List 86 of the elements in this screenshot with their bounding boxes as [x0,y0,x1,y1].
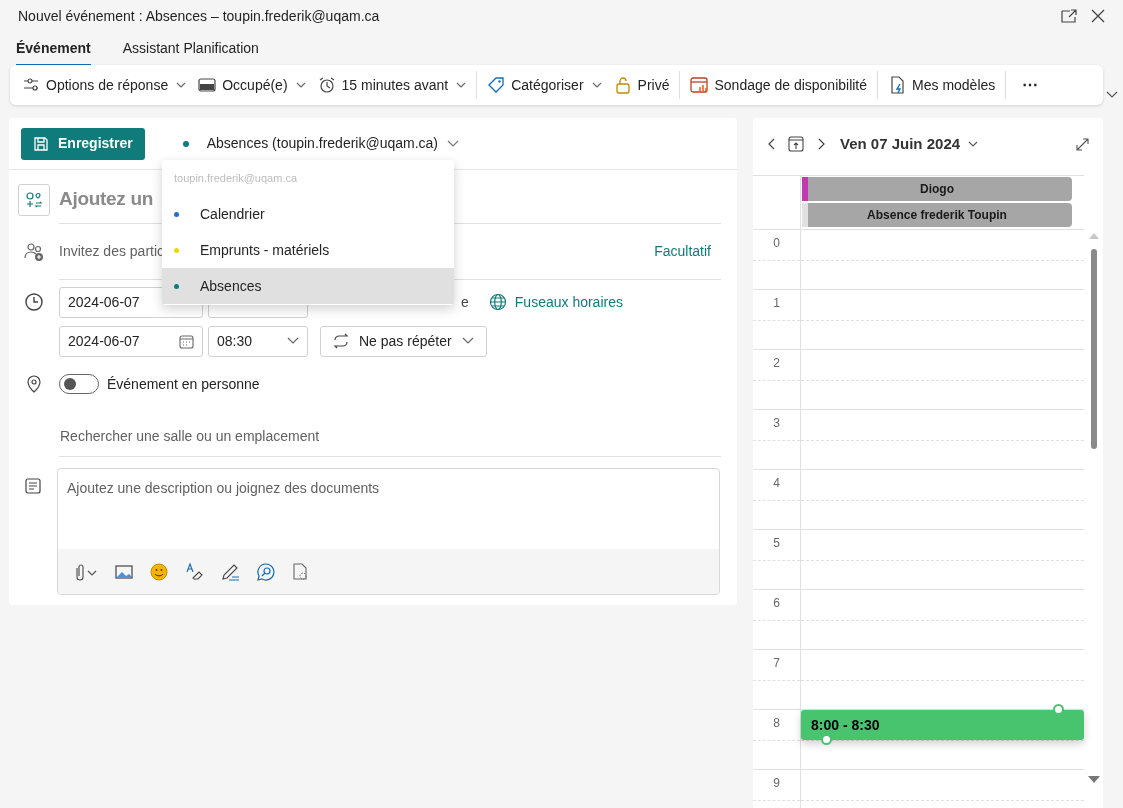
repeat-dropdown[interactable]: Ne pas répéter [320,325,487,357]
event-time: 8:00 - 8:30 [811,715,880,735]
expand-icon[interactable] [1076,137,1089,151]
pen-icon[interactable] [220,562,240,581]
sliders-icon [22,76,40,94]
toolbar-button[interactable]: ⋯ [1010,69,1051,101]
menu-item[interactable]: Absences [162,268,454,304]
pop-out-icon[interactable] [1061,9,1077,23]
all-day-label: e [461,292,469,312]
hour-label: 5 [772,535,781,552]
window-title: Nouvel événement : Absences – toupin.frederik@uqam.ca [18,6,380,26]
menu-item-label: Emprunts - matériels [200,240,330,260]
hour-label: 1 [772,295,781,312]
toolbar-button[interactable]: Occupé(e) [192,69,312,101]
categories-button[interactable] [18,184,50,216]
calendar-icon [179,333,194,349]
resize-handle[interactable] [1053,704,1064,715]
notes-icon [25,478,41,494]
calendar-today-icon[interactable] [788,136,804,152]
time-zones-link[interactable]: Fuseaux horaires [488,291,623,313]
hour-label: 3 [772,415,781,432]
resize-handle[interactable] [821,734,832,745]
description-field[interactable]: Ajoutez une description ou joignez des documents [57,468,720,595]
hour-label: 6 [772,595,781,612]
date-field[interactable]: 2024-06-07 [59,325,203,357]
menu-item-label: Calendrier [200,204,265,224]
caret-icon [287,337,299,345]
emoji-icon[interactable] [150,562,168,581]
date-picker[interactable]: Ven 07 Juin 2024 [840,132,979,156]
scroll-down-icon[interactable] [1087,776,1100,783]
symbols-icon [25,191,43,209]
menu-header: toupin.frederik@uqam.ca [173,170,299,186]
location-pin-icon [26,375,42,393]
hour-label: 2 [772,355,781,372]
new-event-block[interactable]: 8:00 - 8:30 [801,710,1084,740]
globe-icon [488,293,507,311]
scrollbar-thumb[interactable] [1090,249,1097,449]
document-bolt-icon [888,76,907,94]
hour-label: 4 [772,475,781,492]
hour-label: 8 [772,715,781,732]
text-eraser-icon[interactable] [185,562,203,581]
toolbar-button[interactable]: 15 minutes avant [311,69,473,101]
all-day-event[interactable]: Diogo [802,177,1072,201]
toolbar-button[interactable]: Options de réponse [16,69,193,101]
chevron-right-icon[interactable] [818,138,826,150]
toolbar-button[interactable]: Mes modèles [882,69,1002,101]
tag-icon [487,76,506,94]
menu-item[interactable]: Emprunts - matériels [162,232,454,268]
description-placeholder: Ajoutez une description ou joignez des documents [66,479,381,498]
hour-label: 0 [772,235,781,252]
close-icon[interactable] [1091,9,1105,23]
toolbar-button[interactable]: Catégoriser [481,69,608,101]
expand-ribbon-icon[interactable] [1106,91,1118,99]
calendar-picker[interactable]: Absences (toupin.frederik@uqam.ca) [182,127,460,160]
card-icon [198,76,217,94]
clock-icon [24,292,44,312]
attendees-field[interactable]: Invitez des partic [59,241,165,262]
save-button[interactable]: Enregistrer [21,127,145,160]
time-field[interactable]: 08:30 [208,325,308,357]
toolbar-button[interactable]: Sondage de disponibilité [684,69,874,101]
location-field[interactable]: Rechercher une salle ou un emplacement [59,426,320,447]
add-people-icon [24,242,44,262]
toolbar-button[interactable]: Privé [607,69,676,101]
unlocked-padlock-icon [613,76,632,94]
repeat-icon [333,333,349,349]
hour-label: 9 [772,775,781,792]
event-title: Diogo [919,181,955,198]
event-title: Absence frederik Toupin [866,207,1008,224]
save-icon [33,135,49,152]
caret-icon [968,141,979,147]
tab[interactable]: Assistant Planification [122,38,259,67]
toggle-label: Événement en personne [107,374,260,394]
chart-calendar-icon [690,76,709,94]
image-icon[interactable] [115,562,133,581]
all-day-event[interactable]: Absence frederik Toupin [802,203,1072,227]
menu-item[interactable]: Calendrier [162,196,454,232]
alarm-clock-icon [317,76,336,94]
caret-icon [447,139,460,148]
hour-label: 7 [772,655,781,672]
toggle-switch[interactable] [59,374,99,394]
chat-search-icon[interactable] [257,562,275,581]
caret-icon [461,337,474,345]
menu-item-label: Absences [200,276,262,296]
optional-link[interactable]: Facultatif [654,241,711,262]
chevron-left-icon[interactable] [767,138,775,150]
document-icon[interactable] [292,562,308,581]
